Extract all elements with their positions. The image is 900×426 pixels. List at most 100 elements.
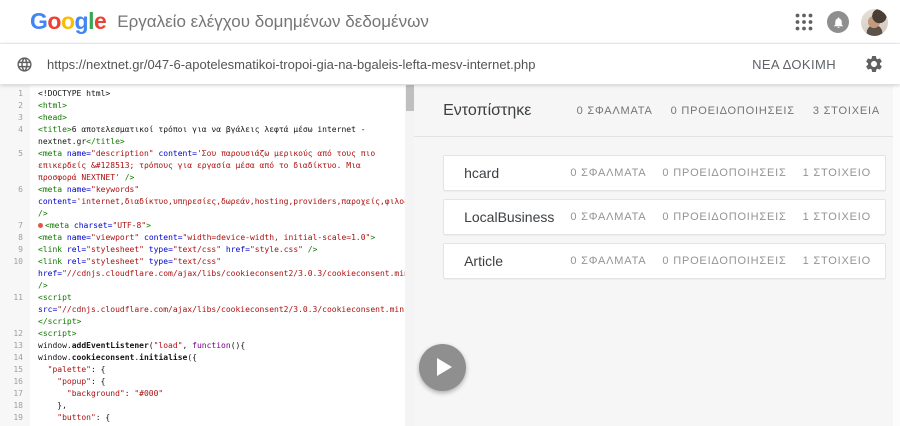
result-cards: hcard 0 ΣΦΑΛΜΑΤΑ 0 ΠΡΟΕΙΔΟΠΟΙΗΣΕΙΣ 1 ΣΤΟΙΧΕ… [414, 137, 900, 279]
code-segment-tag: <html> [38, 101, 67, 110]
card-stat: 0 ΠΡΟΕΙΔΟΠΟΙΗΣΕΙΣ [662, 167, 787, 179]
google-logo[interactable]: Google [30, 8, 107, 35]
code-segment-tag: <meta [38, 185, 67, 194]
code-line[interactable]: 6 <meta name="keywords" content='internet… [0, 184, 404, 220]
code-text: <!DOCTYPE html> [30, 88, 405, 100]
line-number: 5 [18, 149, 23, 158]
card-stat: 1 ΣΤΟΙΧΕΙΟ [802, 255, 871, 267]
code-line[interactable]: 11 <script src="//cdnjs.cloudflare.com/aj… [0, 292, 405, 328]
code-line[interactable]: 7 <meta charset="UTF-8"> [0, 220, 405, 232]
code-line[interactable]: 9 <link rel="stylesheet" type="text/css" … [0, 244, 405, 256]
code-segment-tag: <link [38, 245, 67, 254]
code-segment-attr: content= [158, 149, 197, 158]
result-card[interactable]: LocalBusiness 0 ΣΦΑΛΜΑΤΑ 0 ΠΡΟΕΙΔΟΠΟΙΗΣΕΙΣ… [443, 199, 886, 235]
code-line[interactable]: 16 "popup": { [0, 376, 405, 388]
code-text: <meta charset="UTF-8"> [30, 220, 405, 232]
line-number: 7 [18, 221, 23, 230]
line-number: 15 [13, 365, 23, 374]
code-segment-plain: window. [38, 353, 72, 362]
new-test-button[interactable]: ΝΕΑ ΔΟΚΙΜΗ [752, 57, 836, 72]
code-line[interactable]: 19 "button": { [0, 412, 405, 424]
card-stat: 0 ΣΦΑΛΜΑΤΑ [570, 211, 647, 223]
notifications-bell-icon[interactable] [827, 11, 849, 33]
line-number: 19 [13, 413, 23, 422]
line-number: 3 [18, 113, 23, 122]
card-stat: 0 ΠΡΟΕΙΔΟΠΟΙΗΣΕΙΣ [662, 255, 787, 267]
code-segment-str: "width=device-width, initial-scale=1.0" [182, 233, 371, 242]
play-icon [437, 358, 452, 376]
user-avatar[interactable] [861, 8, 888, 36]
code-segment-str: "style.css" [249, 245, 303, 254]
code-segment-str: "#000" [134, 389, 164, 398]
result-type-name: LocalBusiness [464, 209, 555, 225]
run-test-button[interactable] [419, 344, 466, 391]
editor-scrollbar-thumb[interactable] [405, 85, 414, 111]
code-text: "palette": { [30, 364, 405, 376]
apps-grid-icon[interactable] [795, 13, 813, 31]
code-segment-attr: type= [148, 257, 173, 266]
code-segment-plain: window. [38, 341, 72, 350]
code-line[interactable]: 18 }, [0, 400, 405, 412]
code-line[interactable]: 17 "background": "#000" [0, 388, 405, 400]
code-line[interactable]: 4 <title>6 αποτελεσματικοί τρόποι για να … [0, 124, 405, 148]
code-line[interactable]: 15 "palette": { [0, 364, 405, 376]
code-segment-plain [38, 377, 57, 386]
code-segment-attr: content= [144, 233, 183, 242]
code-text: <link rel="stylesheet" type="text/css" h… [30, 244, 405, 256]
settings-gear-icon[interactable] [864, 54, 884, 74]
code-text: <title>6 αποτελεσματικοί τρόποι για να β… [30, 124, 405, 148]
code-text: <head> [30, 112, 405, 124]
code-segment-attr: name= [66, 149, 91, 158]
logo-letter: o [60, 8, 75, 34]
structured-data-testing-tool: Google Εργαλείο ελέγχου δομημένων δεδομέ… [0, 0, 900, 426]
code-segment-tag: </title> [86, 137, 125, 146]
code-line[interactable]: 10 <link rel="stylesheet" type="text/css"… [0, 256, 405, 292]
code-editor[interactable]: 1 <!DOCTYPE html> 2 <html> 3 <head> 4 <title>6 … [0, 85, 405, 426]
tested-url[interactable]: https://nextnet.gr/047-6-apotelesmatikoi… [47, 57, 752, 72]
code-segment-tag: <script> [38, 329, 77, 338]
code-text: <meta name="description" content='Σου πα… [30, 148, 405, 184]
code-segment-tag: <meta [45, 221, 74, 230]
code-segment-plain [38, 365, 48, 374]
result-card[interactable]: hcard 0 ΣΦΑΛΜΑΤΑ 0 ΠΡΟΕΙΔΟΠΟΙΗΣΕΙΣ 1 ΣΤΟΙΧΕ… [443, 155, 886, 191]
line-number: 9 [18, 245, 23, 254]
code-text: <meta name="viewport" content="width=dev… [30, 232, 405, 244]
code-segment-str: "stylesheet" [86, 245, 144, 254]
code-segment-plain [139, 185, 144, 194]
result-type-name: hcard [464, 165, 500, 181]
code-text: <script> [30, 328, 405, 340]
code-text: <html> [30, 100, 405, 112]
summary-stat: 0 ΠΡΟΕΙΔΟΠΟΙΗΣΕΙΣ [670, 104, 795, 117]
code-segment-str: "UTF-8" [112, 221, 147, 230]
code-line[interactable]: 5 <meta name="description" content='Σου π… [0, 148, 405, 184]
code-segment-str: "//cdnjs.cloudflare.com/ajax/libs/cookie… [57, 305, 405, 314]
code-line[interactable]: 8 <meta name="viewport" content="width=de… [0, 232, 405, 244]
code-segment-str: "load" [153, 341, 183, 350]
code-segment-tag: <meta [38, 149, 67, 158]
code-segment-attr: href= [38, 269, 63, 278]
code-segment-str: "text/css" [172, 257, 222, 266]
code-line[interactable]: 13 window.addEventListener("load", functi… [0, 340, 405, 352]
code-line[interactable]: 3 <head> [0, 112, 405, 124]
editor-scrollbar[interactable] [404, 85, 415, 426]
code-segment-str: "//cdnjs.cloudflare.com/ajax/libs/cookie… [62, 269, 405, 278]
card-stat: 0 ΣΦΑΛΜΑΤΑ [570, 255, 647, 267]
code-line[interactable]: 2 <html> [0, 100, 405, 112]
code-line[interactable]: 1 <!DOCTYPE html> [0, 88, 405, 100]
code-line[interactable]: 14 window.cookieconsent.initialise({ [0, 352, 405, 364]
line-number: 14 [13, 353, 23, 362]
code-text: }, [30, 400, 405, 412]
results-summary: 0 ΣΦΑΛΜΑΤΑ 0 ΠΡΟΕΙΔΟΠΟΙΗΣΕΙΣ 3 ΣΤΟΙΧΕΙΑ [559, 105, 880, 117]
code-line[interactable]: 12 <script> [0, 328, 405, 340]
code-text: "popup": { [30, 376, 405, 388]
line-number: 2 [18, 101, 23, 110]
result-card[interactable]: Article 0 ΣΦΑΛΜΑΤΑ 0 ΠΡΟΕΙΔΟΠΟΙΗΣΕΙΣ 1 ΣΤΟΙ… [443, 243, 886, 279]
code-segment-kw: function [192, 341, 231, 350]
card-stat: 0 ΣΦΑΛΜΑΤΑ [570, 167, 647, 179]
code-text: "background": "#000" [30, 388, 405, 400]
code-text: window.cookieconsent.initialise({ [30, 352, 405, 364]
results-scrollbar[interactable] [893, 85, 900, 426]
code-segment-plain: }, [38, 401, 67, 410]
card-stat: 1 ΣΤΟΙΧΕΙΟ [802, 211, 871, 223]
card-stat: 0 ΠΡΟΕΙΔΟΠΟΙΗΣΕΙΣ [662, 211, 787, 223]
